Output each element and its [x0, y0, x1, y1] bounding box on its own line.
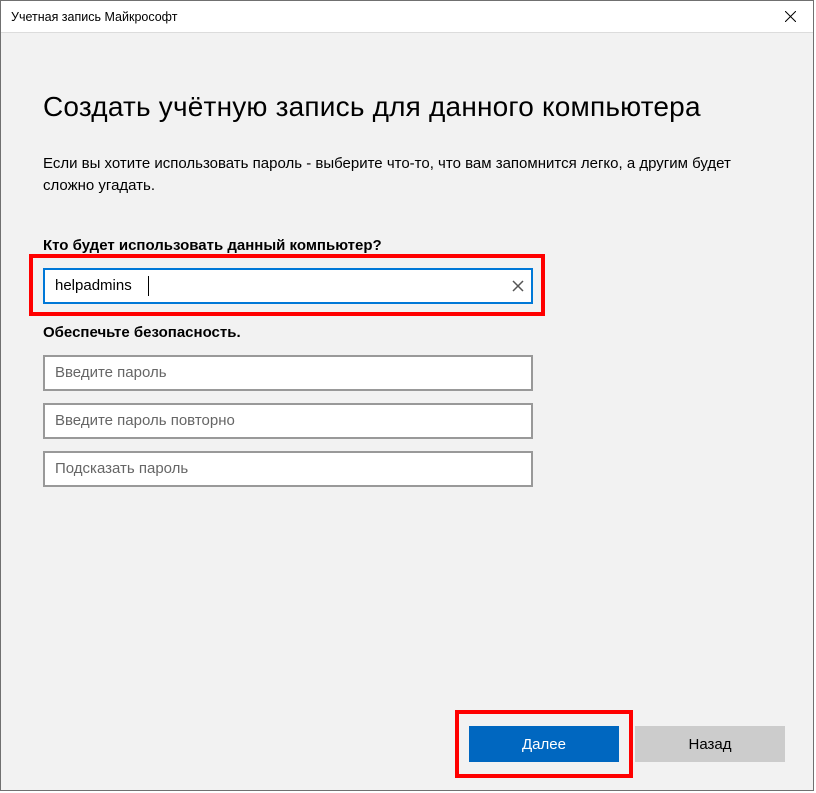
password-hint-input[interactable]	[43, 451, 533, 487]
clear-icon	[512, 280, 524, 292]
next-button[interactable]: Далее	[469, 726, 619, 762]
close-button[interactable]	[767, 1, 813, 33]
password-input[interactable]	[43, 355, 533, 391]
close-icon	[785, 11, 796, 22]
back-button[interactable]: Назад	[635, 726, 785, 762]
page-heading: Создать учётную запись для данного компь…	[43, 91, 771, 123]
window-title: Учетная запись Майкрософт	[11, 10, 177, 24]
dialog-window: Учетная запись Майкрософт Создать учётну…	[0, 0, 814, 791]
page-description: Если вы хотите использовать пароль - выб…	[43, 153, 771, 197]
username-label: Кто будет использовать данный компьютер?	[43, 237, 771, 254]
password-confirm-input[interactable]	[43, 403, 533, 439]
username-input-wrap	[43, 268, 535, 304]
dialog-content: Создать учётную запись для данного компь…	[1, 33, 813, 790]
security-label: Обеспечьте безопасность.	[43, 324, 771, 341]
next-button-wrap: Далее	[469, 726, 619, 762]
dialog-footer: Далее Назад	[469, 726, 785, 762]
titlebar: Учетная запись Майкрософт	[1, 1, 813, 33]
username-input[interactable]	[43, 268, 533, 304]
security-fields	[43, 355, 771, 487]
text-caret	[148, 276, 149, 296]
clear-input-button[interactable]	[509, 277, 527, 295]
